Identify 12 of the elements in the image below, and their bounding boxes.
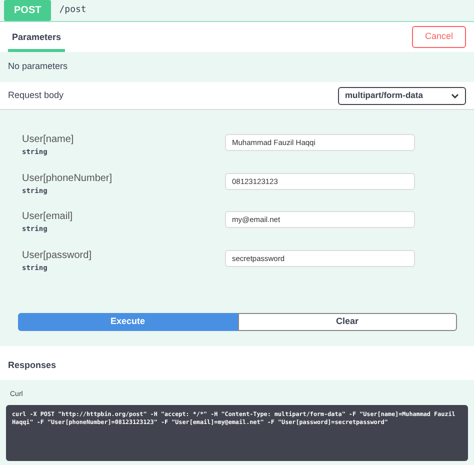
method-badge: POST [4,0,52,21]
field-label: User[password] [22,248,92,262]
info-text: No parameters [8,60,68,74]
endpoint-path: /post [59,4,86,17]
content-type-dropdown[interactable]: multipart/form-data [338,86,466,104]
section-label: Request body [8,88,64,102]
clear-button[interactable]: Clear [238,313,457,331]
caret-icon [451,92,459,98]
field-label: User[phoneNumber] [22,172,112,186]
field-label: User[email] [22,210,73,224]
field-label: User[name] [22,133,74,147]
section-title: Responses [8,359,56,372]
